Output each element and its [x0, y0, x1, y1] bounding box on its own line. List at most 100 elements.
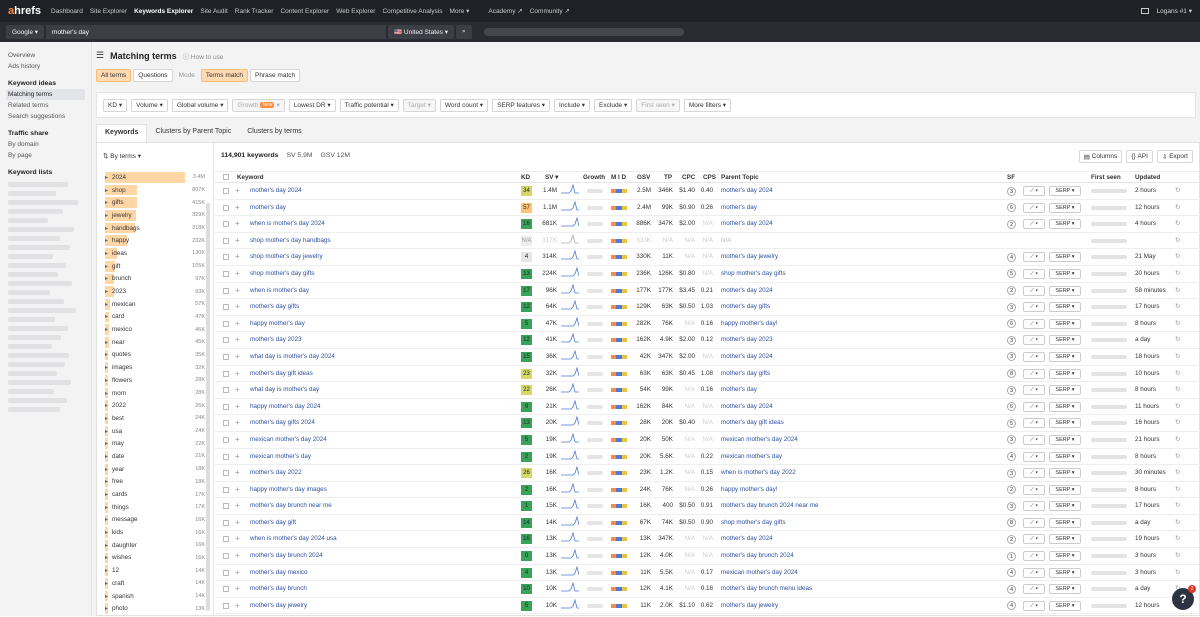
add-to-list-icon[interactable]: + — [235, 402, 240, 411]
serp-features-count[interactable]: 3 — [1007, 435, 1016, 445]
serp-button[interactable]: SERP ▾ — [1049, 468, 1081, 479]
refresh-icon[interactable]: ↻ — [1175, 502, 1180, 509]
row-checkbox[interactable] — [223, 420, 229, 427]
serp-button[interactable]: SERP ▾ — [1049, 285, 1081, 296]
select-all-checkbox[interactable] — [223, 174, 229, 180]
serp-features-count[interactable]: 2 — [1007, 286, 1016, 296]
serp-button[interactable]: SERP ▾ — [1049, 434, 1081, 445]
serp-button[interactable]: SERP ▾ — [1049, 219, 1081, 230]
keyword-link[interactable]: mother's day gifts 2024 — [250, 419, 315, 426]
term-item[interactable]: 2024 3.4M — [105, 171, 205, 184]
trend-button[interactable]: ⟋ ▾ — [1023, 468, 1045, 479]
serp-button[interactable]: SERP ▾ — [1049, 368, 1081, 379]
parent-topic-link[interactable]: mother's day gift ideas — [721, 419, 784, 426]
keyword-input[interactable]: mother's day — [46, 25, 387, 39]
trend-button[interactable]: ⟋ ▾ — [1023, 368, 1045, 379]
parent-topic-link[interactable]: mother's day gifts — [721, 370, 770, 377]
by-terms-select[interactable]: ⇅ By terms ▾ — [103, 152, 141, 160]
serp-button[interactable]: SERP ▾ — [1049, 534, 1081, 545]
term-item[interactable]: 2023 93K — [105, 285, 205, 298]
keyword-link[interactable]: happy mother's day 2024 — [250, 403, 321, 410]
ahrefs-logo[interactable]: ahrefs — [8, 5, 41, 17]
filter-more[interactable]: More filters ▾ — [683, 98, 732, 112]
search-icon[interactable]: ⌕ — [456, 25, 472, 39]
trend-button[interactable]: ⟋ ▾ — [1023, 584, 1045, 595]
export-button[interactable]: ⇩ Export — [1156, 150, 1193, 163]
parent-topic-link[interactable]: when is mother's day 2022 — [721, 469, 796, 476]
keyword-link[interactable]: when is mother's day 2024 — [250, 220, 325, 227]
refresh-icon[interactable]: ↻ — [1175, 519, 1180, 526]
parent-topic-link[interactable]: shop mother's day gifts — [721, 270, 786, 277]
keyword-link[interactable]: mother's day mexico — [250, 569, 308, 576]
parent-topic-link[interactable]: mexican mother's day 2024 — [721, 436, 798, 443]
trend-button[interactable]: ⟋ ▾ — [1023, 219, 1045, 230]
refresh-icon[interactable]: ↻ — [1175, 436, 1180, 443]
filter-serp-features[interactable]: SERP features ▾ — [492, 98, 551, 112]
add-to-list-icon[interactable]: + — [235, 252, 240, 261]
trend-button[interactable]: ⟋ ▾ — [1023, 551, 1045, 562]
nav-more[interactable]: More ▾ — [449, 7, 469, 15]
keyword-link[interactable]: shop mother's day jewelry — [250, 253, 323, 260]
serp-button[interactable]: SERP ▾ — [1049, 302, 1081, 313]
add-to-list-icon[interactable]: + — [235, 435, 240, 444]
trend-button[interactable]: ⟋ ▾ — [1023, 202, 1045, 213]
refresh-icon[interactable]: ↻ — [1175, 370, 1180, 377]
parent-topic-link[interactable]: mother's day brunch menu ideas — [721, 585, 812, 592]
trend-button[interactable]: ⟋ ▾ — [1023, 517, 1045, 528]
term-item[interactable]: images 32K — [105, 361, 205, 374]
serp-features-count[interactable]: 2 — [1007, 534, 1016, 544]
term-item[interactable]: 12 14K — [105, 564, 205, 577]
refresh-icon[interactable]: ↻ — [1175, 486, 1180, 493]
add-to-list-icon[interactable]: + — [235, 418, 240, 427]
trend-button[interactable]: ⟋ ▾ — [1023, 418, 1045, 429]
refresh-icon[interactable]: ↻ — [1175, 220, 1180, 227]
serp-features-count[interactable]: 4 — [1007, 584, 1016, 594]
add-to-list-icon[interactable]: + — [235, 452, 240, 461]
row-checkbox[interactable] — [223, 353, 229, 360]
serp-features-count[interactable]: 4 — [1007, 568, 1016, 578]
col-tp[interactable]: TP — [664, 174, 672, 181]
serp-button[interactable]: SERP ▾ — [1049, 451, 1081, 462]
refresh-icon[interactable]: ↻ — [1175, 353, 1180, 360]
parent-topic-link[interactable]: happy mother's day! — [721, 486, 778, 493]
term-item[interactable]: quotes 35K — [105, 349, 205, 362]
add-to-list-icon[interactable]: + — [235, 219, 240, 228]
col-updated[interactable]: Updated — [1135, 174, 1160, 181]
serp-features-count[interactable]: 3 — [1007, 385, 1016, 395]
add-to-list-icon[interactable]: + — [235, 369, 240, 378]
term-item[interactable]: may 22K — [105, 437, 205, 450]
term-item[interactable]: mom 28K — [105, 387, 205, 400]
keyword-link[interactable]: when is mother's day — [250, 287, 309, 294]
serp-features-count[interactable]: 4 — [1007, 452, 1016, 461]
trend-button[interactable]: ⟋ ▾ — [1023, 186, 1045, 196]
parent-topic-link[interactable]: mother's day 2023 — [721, 336, 773, 343]
refresh-icon[interactable]: ↻ — [1175, 336, 1180, 343]
serp-features-count[interactable]: 3 — [1007, 302, 1016, 312]
filter-first-seen[interactable]: First seen ▾ — [636, 98, 680, 112]
term-item[interactable]: craft 14K — [105, 577, 205, 590]
keyword-link[interactable]: mexican mother's day 2024 — [250, 436, 327, 443]
refresh-icon[interactable]: ↻ — [1175, 320, 1180, 327]
serp-features-count[interactable]: 5 — [1007, 269, 1016, 279]
terms-match-button[interactable]: Terms match — [200, 69, 249, 82]
refresh-icon[interactable]: ↻ — [1175, 569, 1180, 576]
trend-button[interactable]: ⟋ ▾ — [1023, 484, 1045, 495]
add-to-list-icon[interactable]: + — [235, 534, 240, 543]
keyword-link[interactable]: mother's day gift — [250, 519, 296, 526]
add-to-list-icon[interactable]: + — [235, 286, 240, 295]
sidebar-item-search-suggestions[interactable]: Search suggestions — [6, 111, 85, 122]
col-sf[interactable]: SF — [1007, 174, 1015, 181]
serp-features-count[interactable]: 4 — [1007, 601, 1016, 611]
row-checkbox[interactable] — [223, 586, 229, 593]
trend-button[interactable]: ⟋ ▾ — [1023, 351, 1045, 362]
filter-exclude[interactable]: Exclude ▾ — [594, 98, 633, 112]
row-checkbox[interactable] — [223, 387, 229, 394]
parent-topic-link[interactable]: mother's day 2024 — [721, 187, 773, 194]
add-to-list-icon[interactable]: + — [235, 302, 240, 311]
parent-topic-link[interactable]: mother's day 2024 — [721, 353, 773, 360]
col-sv[interactable]: SV ▾ — [545, 174, 558, 181]
serp-button[interactable]: SERP ▾ — [1049, 551, 1081, 562]
tab-clusters-parent-topic[interactable]: Clusters by Parent Topic — [147, 124, 239, 142]
nav-competitive-analysis[interactable]: Competitive Analysis — [382, 8, 442, 15]
term-item[interactable]: near 45K — [105, 336, 205, 349]
